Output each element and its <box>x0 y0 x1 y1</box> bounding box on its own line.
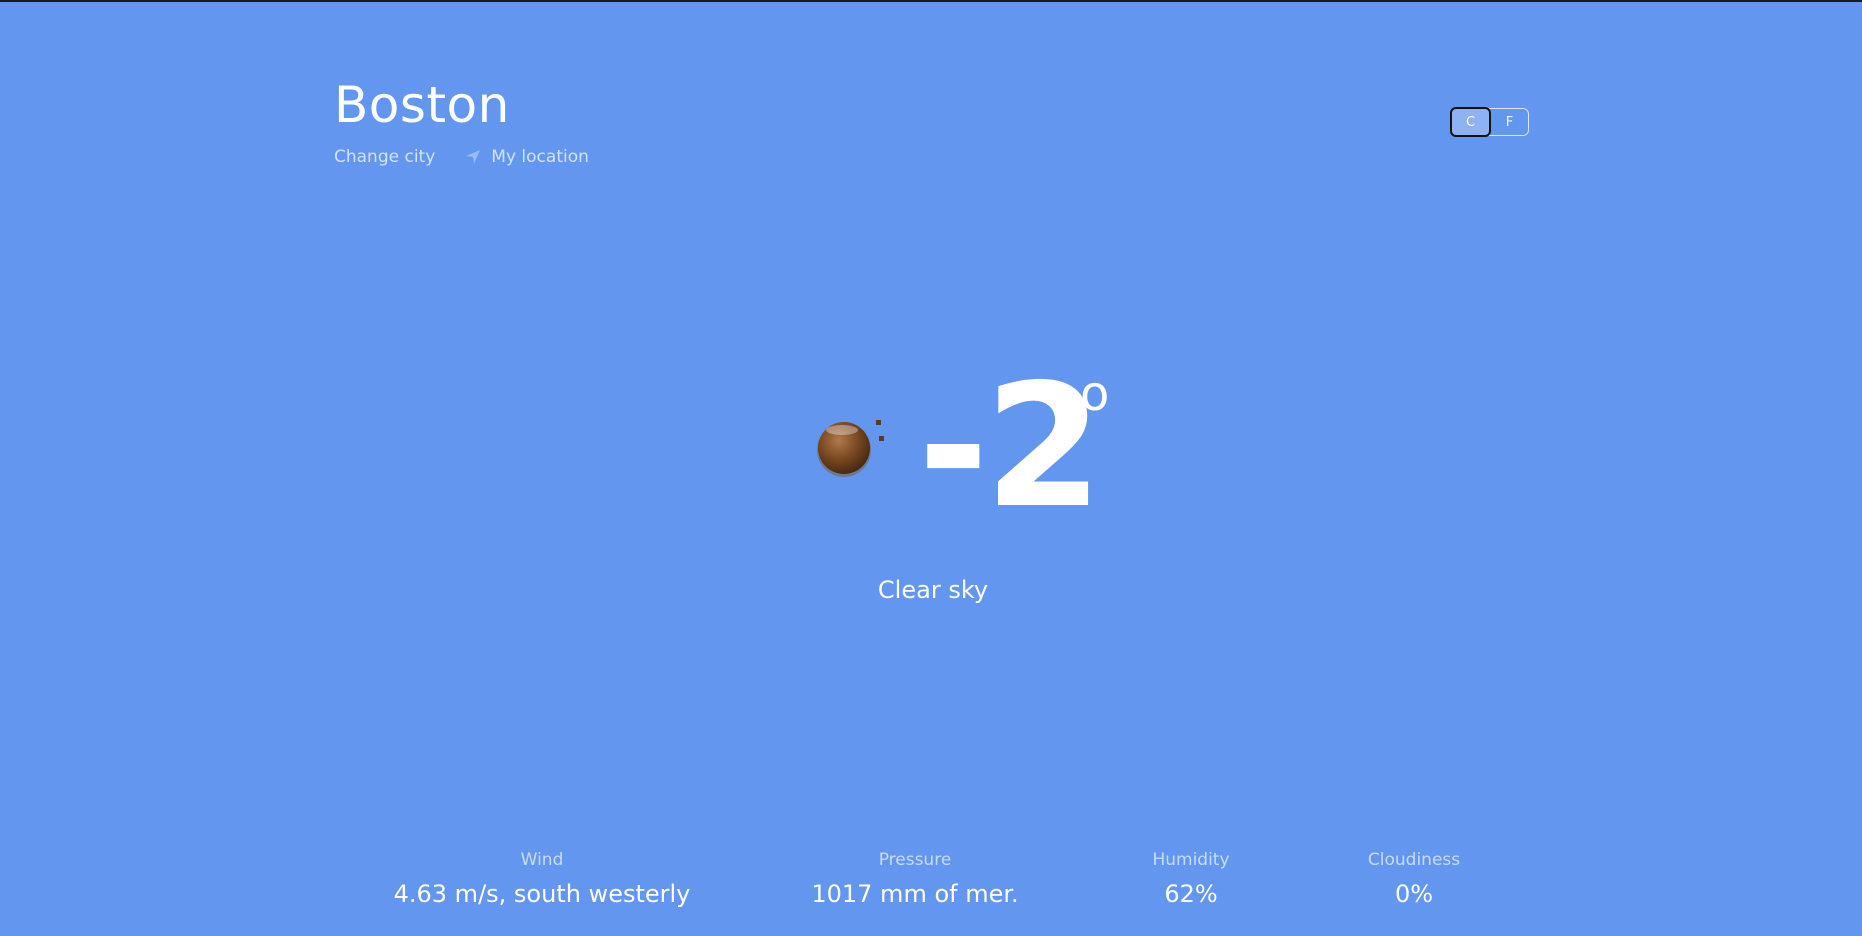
stat-label: Cloudiness <box>1367 850 1461 870</box>
weather-description: Clear sky <box>877 576 989 604</box>
stat-label: Wind <box>520 850 564 870</box>
stat-label: Humidity <box>1152 850 1230 870</box>
stat-pressure: Pressure 1017 mm of mer. <box>811 850 1018 908</box>
weather-stats: Wind 4.63 m/s, south westerly Pressure 1… <box>0 850 1862 930</box>
header: Boston Change city My location <box>334 74 589 167</box>
change-city-link[interactable]: Change city <box>334 147 435 167</box>
fahrenheit-button[interactable]: F <box>1491 109 1528 135</box>
moon-icon <box>816 414 892 482</box>
my-location-label: My location <box>491 147 589 167</box>
stat-wind: Wind 4.63 m/s, south westerly <box>394 850 691 908</box>
stat-value: 0% <box>1394 880 1434 908</box>
stat-cloudiness: Cloudiness 0% <box>1368 850 1460 908</box>
stat-humidity: Humidity 62% <box>1152 850 1229 908</box>
my-location-link[interactable]: My location <box>465 147 589 167</box>
stat-value: 62% <box>1164 880 1218 908</box>
city-name: Boston <box>334 76 510 134</box>
degree-symbol: o <box>1080 366 1110 422</box>
header-links: Change city My location <box>334 147 589 167</box>
stat-label: Pressure <box>878 850 952 870</box>
stat-value: 1017 mm of mer. <box>811 880 1019 908</box>
stat-value: 4.63 m/s, south westerly <box>393 880 691 908</box>
celsius-button[interactable]: C <box>1450 107 1491 137</box>
temperature: -2 <box>918 348 1103 546</box>
unit-toggle: C F <box>1450 107 1529 137</box>
location-arrow-icon <box>466 150 481 164</box>
current-weather: -2 <box>0 362 1862 542</box>
